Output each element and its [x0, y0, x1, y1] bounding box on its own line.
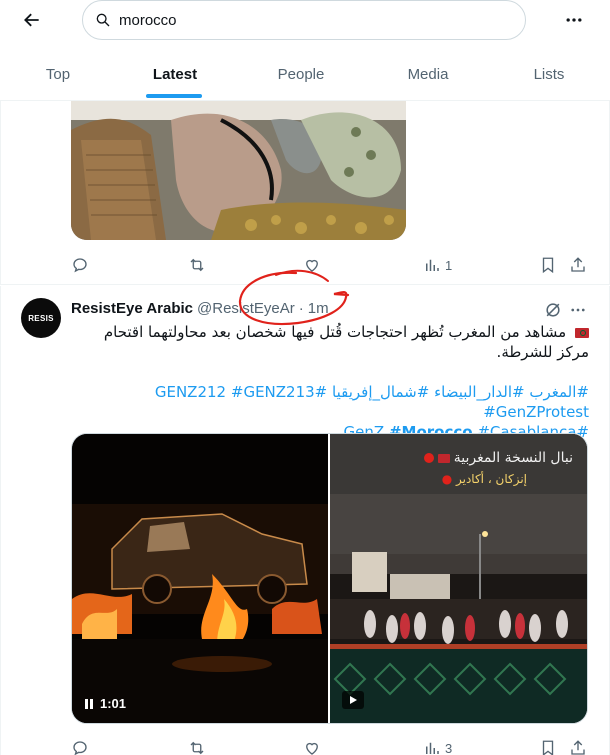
hashtag-link[interactable]: #الدار_البيضاء: [434, 383, 525, 401]
reply-button[interactable]: [71, 256, 93, 274]
views-count: 3: [445, 740, 453, 755]
tab-people[interactable]: People: [234, 48, 368, 101]
retweet-button[interactable]: [187, 739, 211, 755]
tab-label: Media: [407, 66, 449, 83]
burning-vehicle-graphic: [72, 434, 328, 723]
tab-label: Lists: [533, 66, 565, 83]
tweet-more-button[interactable]: [568, 300, 588, 320]
tweet-actions: 1: [71, 255, 591, 275]
share-icon: [571, 257, 585, 272]
grok-button[interactable]: [543, 300, 563, 320]
tweet-media-grid: 1:01 نبال النسخة المغربية إنزكان ، أكادي…: [71, 433, 588, 724]
retweet-button[interactable]: [187, 256, 211, 274]
bookmark-button[interactable]: [539, 739, 557, 755]
views-button[interactable]: 1: [423, 256, 452, 274]
more-icon: [571, 308, 585, 312]
no-entry-icon: [423, 453, 434, 463]
reply-icon: [73, 741, 87, 755]
back-arrow-icon: [24, 13, 39, 27]
bookmark-button[interactable]: [539, 256, 557, 274]
tab-top[interactable]: Top: [0, 48, 116, 101]
video-overlay-location: إنزكان ، أكادير ●: [442, 472, 527, 486]
retweet-icon: [190, 258, 204, 272]
tab-label: Top: [45, 66, 71, 83]
share-button[interactable]: [569, 256, 587, 274]
views-icon: [426, 742, 439, 754]
tweet-actions: 3: [71, 738, 591, 755]
hashtag-link[interactable]: #GENZ213: [231, 383, 315, 401]
avatar[interactable]: RESIS: [21, 298, 61, 338]
reply-icon: [73, 258, 87, 273]
like-button[interactable]: [303, 256, 325, 274]
play-icon: [350, 696, 357, 704]
grok-icon: [546, 303, 560, 317]
search-icon: [95, 12, 111, 28]
more-options-button[interactable]: [562, 8, 586, 32]
like-icon: [306, 742, 318, 755]
hashtag-line: #المغرب #الدار_البيضاء #شمال_إفريقيا #GE…: [71, 382, 589, 422]
duration-text: 1:01: [100, 696, 127, 711]
author-name[interactable]: ResistEye Arabic: [71, 300, 193, 317]
morocco-flag-icon: [437, 453, 450, 463]
hashtag-link[interactable]: #المغرب: [529, 383, 589, 401]
tab-label: People: [277, 66, 325, 83]
bookmark-icon: [542, 257, 554, 274]
tab-label: Latest: [152, 66, 198, 83]
hashtag-link[interactable]: #شمال_إفريقيا: [332, 383, 429, 401]
search-tabs: Top Latest People Media Lists: [0, 48, 610, 101]
overlay-title-text: نبال النسخة المغربية: [453, 450, 573, 466]
more-icon: [566, 18, 582, 22]
hashtag-link[interactable]: #GenZProtest: [483, 403, 589, 421]
search-box[interactable]: [82, 0, 526, 40]
active-tab-indicator: [146, 94, 202, 98]
like-button[interactable]: [303, 739, 325, 755]
like-icon: [306, 259, 318, 272]
search-header: Top Latest People Media Lists: [0, 0, 610, 101]
location-pin-icon: ●: [441, 472, 453, 486]
retweet-icon: [190, 741, 204, 755]
morocco-flag-icon: [575, 328, 589, 338]
video-thumbnail-street[interactable]: نبال النسخة المغربية إنزكان ، أكادير ●: [330, 434, 587, 723]
reply-button[interactable]: [71, 739, 93, 755]
tab-latest[interactable]: Latest: [116, 48, 234, 101]
avatar-logo-text: RESIS: [28, 313, 54, 323]
play-badge: [342, 691, 364, 709]
search-input[interactable]: [119, 11, 499, 29]
tab-media[interactable]: Media: [368, 48, 488, 101]
overlay-location-text: إنزكان ، أكادير: [456, 472, 527, 486]
author-handle[interactable]: @ResistEyeAr: [197, 300, 295, 317]
tweet[interactable]: RESIS ResistEye Arabic @ResistEyeAr · 1m…: [0, 286, 610, 755]
back-button[interactable]: [18, 6, 46, 34]
tweet-body: مشاهد من المغرب تُظهر احتجاجات قُتل فيها…: [103, 323, 589, 361]
views-count: 1: [445, 257, 453, 273]
tweet-header: ResistEye Arabic @ResistEyeAr · 1m: [71, 300, 329, 317]
pause-icon: [85, 698, 93, 709]
views-button[interactable]: 3: [423, 739, 452, 755]
share-button[interactable]: [569, 739, 587, 755]
video-thumbnail-fire[interactable]: 1:01: [72, 434, 328, 723]
tab-lists[interactable]: Lists: [488, 48, 610, 101]
video-overlay-title: نبال النسخة المغربية: [423, 450, 573, 466]
tweet-text: مشاهد من المغرب تُظهر احتجاجات قُتل فيها…: [71, 322, 589, 362]
share-icon: [571, 740, 585, 755]
video-duration: 1:01: [84, 696, 126, 711]
views-icon: [426, 259, 439, 271]
separator-dot: ·: [298, 300, 304, 317]
timestamp[interactable]: 1m: [308, 300, 329, 317]
bookmark-icon: [542, 740, 554, 755]
